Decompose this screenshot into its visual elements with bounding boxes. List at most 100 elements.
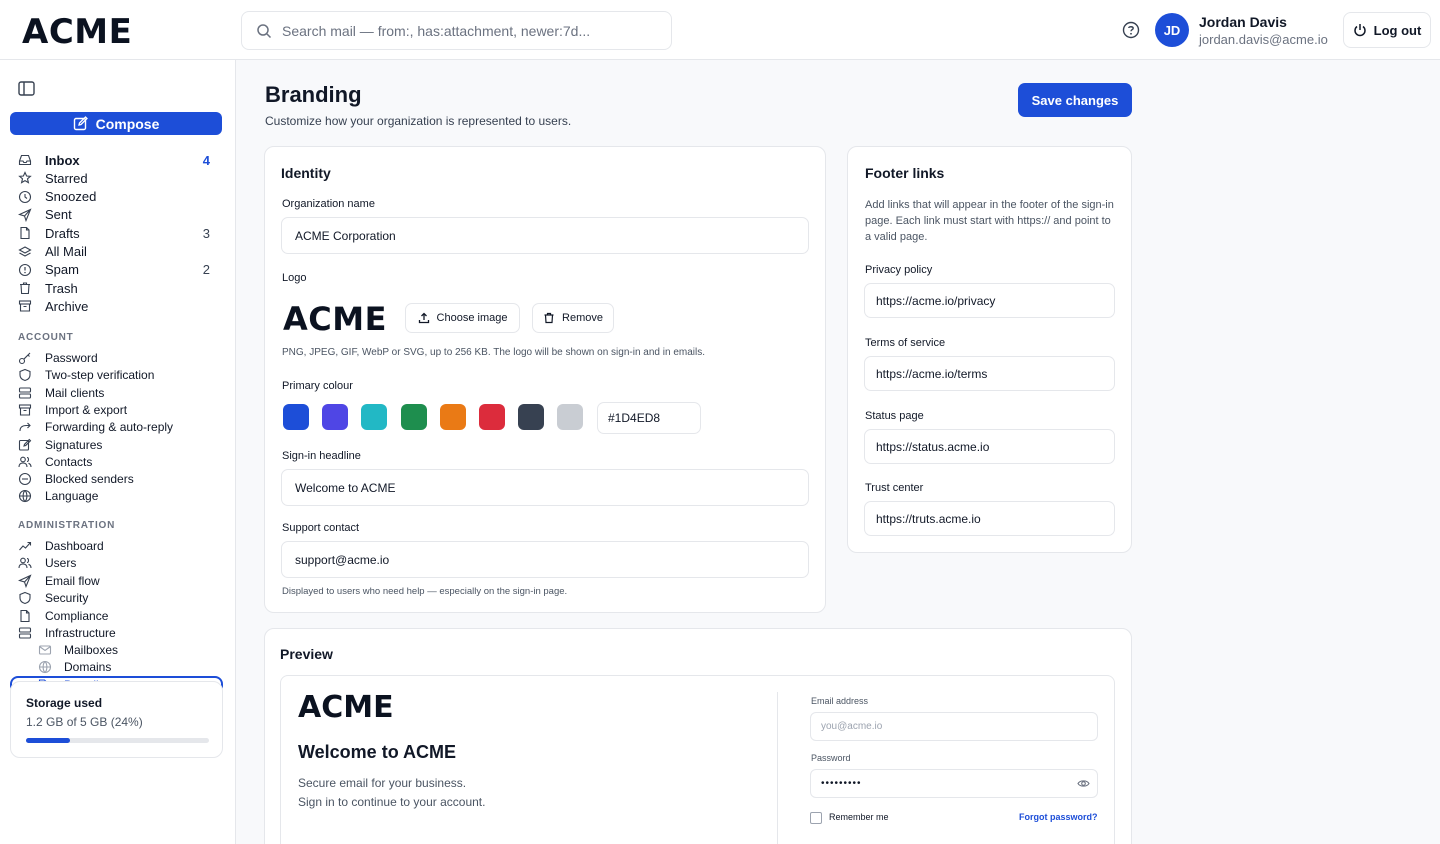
status-page-input[interactable]: [864, 429, 1115, 464]
sidebar-item-dashboard[interactable]: Dashboard: [18, 537, 218, 555]
sidebar-item-label: Password: [45, 351, 98, 365]
user-email: jordan.davis@acme.io: [1199, 32, 1328, 47]
save-changes-button[interactable]: Save changes: [1018, 83, 1132, 117]
colour-swatch[interactable]: [439, 404, 466, 430]
privacy-policy-label: Privacy policy: [865, 264, 933, 276]
sidebar-item-signatures[interactable]: Signatures: [18, 436, 218, 454]
sidebar-item-label: Two-step verification: [45, 368, 155, 383]
colour-swatch[interactable]: [557, 404, 584, 430]
sidebar-item-mail-clients[interactable]: Mail clients: [18, 384, 218, 402]
sidebar-item-import-and-export[interactable]: Import & export: [18, 401, 218, 419]
trust-center-input[interactable]: [864, 501, 1115, 536]
unread-count-badge: 4: [202, 152, 210, 168]
sidebar-toggle-icon[interactable]: [18, 80, 35, 97]
sidebar-item-inbox[interactable]: Inbox 4: [18, 151, 218, 169]
clock-icon: [18, 190, 32, 203]
sidebar-item-snoozed[interactable]: Snoozed: [18, 188, 218, 206]
primary-colour-label: Primary colour: [282, 380, 353, 392]
sidebar-item-label: Language: [45, 489, 99, 504]
avatar[interactable]: JD: [1155, 13, 1189, 47]
sidebar-item-label: Trash: [45, 280, 78, 296]
shield-icon: [19, 369, 31, 382]
status-page-label: Status page: [865, 410, 924, 422]
forgot-password-link[interactable]: Forgot password?: [1019, 812, 1098, 822]
storage-text: 1.2 GB of 5 GB (24%): [26, 715, 143, 729]
choose-image-button[interactable]: Choose image: [405, 303, 520, 333]
compose-button[interactable]: Compose: [10, 112, 222, 135]
sidebar-item-domains[interactable]: Domains: [38, 658, 218, 676]
colour-swatch[interactable]: [361, 404, 388, 430]
hex-colour-input[interactable]: [597, 402, 701, 434]
preview-email-input[interactable]: [810, 712, 1098, 741]
help-circle-icon[interactable]: [1122, 21, 1140, 39]
sidebar-item-label: Signatures: [45, 437, 103, 452]
brand-logo[interactable]: ACME: [22, 12, 132, 52]
sidebar-item-label: Drafts: [45, 225, 80, 241]
block-icon: [18, 473, 32, 486]
shield-icon: [19, 592, 31, 605]
sidebar-item-security[interactable]: Security: [18, 589, 218, 607]
top-bar: ACME JD Jordan Davis jordan.davis@acme.i…: [0, 0, 1440, 60]
colour-swatch[interactable]: [322, 404, 349, 430]
sidebar-item-label: Compliance: [45, 608, 109, 623]
sidebar-item-label: Snoozed: [45, 189, 97, 205]
remember-me-label: Remember me: [829, 812, 889, 822]
search-box[interactable]: [241, 11, 672, 50]
sidebar-item-two-step-verification[interactable]: Two-step verification: [18, 366, 218, 384]
sidebar-item-starred[interactable]: Starred: [18, 169, 218, 187]
sidebar-item-sent[interactable]: Sent: [18, 206, 218, 224]
terms-input[interactable]: [864, 356, 1115, 391]
terms-label: Terms of service: [865, 337, 946, 349]
sidebar-item-archive[interactable]: Archive: [18, 297, 218, 315]
logout-button[interactable]: Log out: [1343, 12, 1431, 48]
page-subtitle: Customize how your organization is repre…: [265, 114, 572, 128]
sidebar-item-users[interactable]: Users: [18, 554, 218, 572]
sidebar-item-compliance[interactable]: Compliance: [18, 607, 218, 625]
sidebar-item-label: Contacts: [45, 454, 93, 469]
preview-tagline: Secure email for your business.: [298, 776, 467, 790]
sidebar-item-label: All Mail: [45, 244, 87, 259]
page-title: Branding: [265, 82, 362, 107]
trust-center-label: Trust center: [865, 482, 924, 494]
sidebar-item-label: Mail clients: [45, 385, 105, 400]
privacy-policy-input[interactable]: [864, 283, 1115, 318]
sidebar-item-blocked-senders[interactable]: Blocked senders: [18, 470, 218, 488]
footer-links-title: Footer links: [865, 165, 945, 181]
layers-icon: [18, 245, 32, 257]
power-icon: [1353, 24, 1366, 37]
sidebar-item-password[interactable]: Password: [18, 349, 218, 367]
sidebar-item-email-flow[interactable]: Email flow: [18, 572, 218, 590]
remove-logo-button[interactable]: Remove: [532, 303, 614, 333]
sidebar-item-forwarding-and-auto-reply[interactable]: Forwarding & auto-reply: [18, 418, 218, 436]
headline-input[interactable]: [281, 469, 809, 506]
search-input[interactable]: [282, 22, 662, 39]
sidebar-item-trash[interactable]: Trash: [18, 279, 218, 297]
colour-swatch[interactable]: [400, 404, 427, 430]
eye-icon[interactable]: [1077, 777, 1090, 790]
colour-swatch[interactable]: [283, 404, 309, 430]
storage-bar: [26, 738, 209, 743]
sidebar-item-label: Blocked senders: [45, 472, 134, 487]
colour-swatch[interactable]: [479, 404, 505, 430]
sidebar-item-spam[interactable]: Spam 2: [18, 261, 218, 279]
sidebar-item-infrastructure[interactable]: Infrastructure: [18, 624, 218, 642]
preview-password-input[interactable]: [810, 769, 1098, 798]
archive-icon: [18, 300, 32, 312]
sidebar-item-contacts[interactable]: Contacts: [18, 453, 218, 471]
org-name-label: Organization name: [282, 198, 375, 210]
remember-me-checkbox[interactable]: [810, 812, 822, 824]
support-contact-label: Support contact: [282, 522, 360, 534]
sidebar-item-language[interactable]: Language: [18, 487, 218, 505]
sidebar-item-label: Users: [45, 556, 77, 571]
sidebar-item-all-mail[interactable]: All Mail: [18, 243, 218, 261]
sidebar-item-drafts[interactable]: Drafts 3: [18, 224, 218, 242]
org-name-input[interactable]: [281, 217, 809, 254]
logout-label: Log out: [1373, 22, 1422, 38]
globe-icon: [18, 490, 32, 503]
colour-swatch[interactable]: [518, 404, 545, 430]
key-icon: [18, 352, 31, 365]
compose-label: Compose: [95, 115, 160, 132]
sidebar-item-mailboxes[interactable]: Mailboxes: [38, 641, 218, 659]
support-contact-input[interactable]: [281, 541, 809, 578]
sidebar-item-label: Spam: [45, 262, 79, 278]
